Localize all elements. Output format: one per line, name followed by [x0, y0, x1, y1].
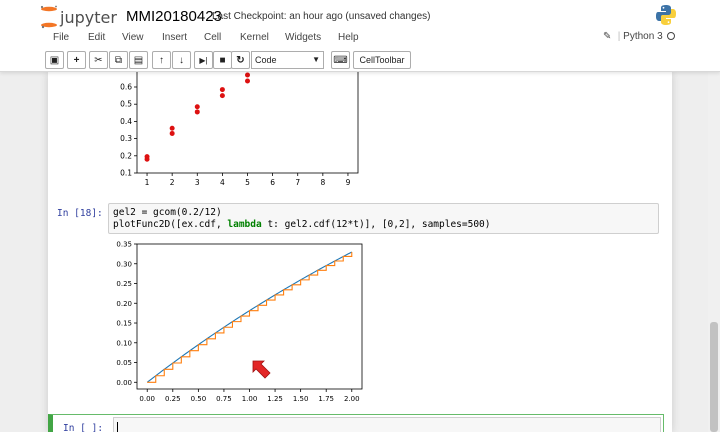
celltoolbar-button[interactable]: CellToolbar — [353, 51, 411, 69]
notebook-toolbar: ▣ + ✂ ⧉ ▤ ↑ ↓ ▶| ■ ↻ Code ▼ ⌨ CellToolba… — [0, 50, 720, 72]
y-tick-label: 0.00 — [116, 379, 132, 387]
menu-insert[interactable]: Insert — [162, 32, 187, 43]
notebook-header: jupyter MMI20180423 Last Checkpoint: an … — [0, 0, 720, 72]
paste-button[interactable]: ▤ — [129, 51, 148, 69]
cut-button[interactable]: ✂ — [89, 51, 108, 69]
new-cell-prompt: In [ ]: — [63, 423, 104, 432]
jupyter-logo[interactable]: jupyter — [38, 4, 118, 30]
command-palette-button[interactable]: ⌨ — [331, 51, 350, 69]
x-tick-label: 1.75 — [318, 395, 334, 403]
keyboard-icon: ⌨ — [333, 54, 348, 66]
move-down-button[interactable]: ↓ — [172, 51, 191, 69]
stop-icon: ■ — [219, 54, 226, 66]
kernel-indicator: ✎ | Python 3 — [603, 31, 676, 45]
logo-text: jupyter — [59, 8, 117, 27]
menu-view[interactable]: View — [122, 32, 144, 43]
chevron-down-icon: ▼ — [312, 55, 320, 64]
jupyter-window: jupyter MMI20180423 Last Checkpoint: an … — [0, 0, 720, 432]
x-tick-label: 0.25 — [165, 395, 181, 403]
interrupt-button[interactable]: ■ — [213, 51, 232, 69]
menu-file[interactable]: File — [53, 32, 69, 43]
move-up-button[interactable]: ↑ — [152, 51, 171, 69]
restart-button[interactable]: ↻ — [231, 51, 250, 69]
x-tick-label: 1.50 — [293, 395, 309, 403]
x-tick-label: 0.00 — [139, 395, 155, 403]
x-tick-label: 0.75 — [216, 395, 232, 403]
notebook-name[interactable]: MMI20180423 — [126, 8, 222, 25]
copy-icon: ⧉ — [114, 54, 123, 66]
x-tick-label: 1.00 — [242, 395, 258, 403]
kernel-name[interactable]: Python 3 — [623, 31, 662, 42]
checkpoint-status: Last Checkpoint: an hour ago (unsaved ch… — [212, 11, 431, 22]
page-scrollbar[interactable] — [708, 72, 720, 432]
y-tick-label: 0.05 — [116, 359, 132, 367]
copy-button[interactable]: ⧉ — [109, 51, 128, 69]
cell-type-select[interactable]: Code ▼ — [251, 51, 324, 69]
menu-kernel[interactable]: Kernel — [240, 32, 269, 43]
insert-cell-button[interactable]: + — [67, 51, 86, 69]
save-icon: ▣ — [49, 54, 60, 66]
x-tick-label: 0.50 — [191, 395, 207, 403]
y-tick-label: 0.35 — [116, 241, 132, 249]
restart-icon: ↻ — [236, 54, 245, 66]
y-tick-label: 0.25 — [116, 280, 132, 288]
y-tick-label: 0.30 — [116, 260, 132, 268]
paste-icon: ▤ — [133, 54, 144, 66]
run-button[interactable]: ▶| — [194, 51, 213, 69]
x-tick-label: 1.25 — [267, 395, 283, 403]
menu-cell[interactable]: Cell — [204, 32, 221, 43]
mouse-pointer-icon — [252, 360, 271, 379]
kernel-idle-icon — [667, 32, 676, 40]
menu-widgets[interactable]: Widgets — [285, 32, 321, 43]
new-cell-input[interactable] — [113, 417, 661, 432]
plus-icon: + — [73, 54, 80, 66]
jupyter-logo-icon: jupyter — [40, 5, 117, 29]
cut-icon: ✂ — [94, 54, 103, 66]
menu-edit[interactable]: Edit — [88, 32, 105, 43]
save-button[interactable]: ▣ — [45, 51, 64, 69]
y-tick-label: 0.10 — [116, 339, 132, 347]
step-forward-icon: ▶| — [199, 55, 208, 65]
arrow-up-icon: ↑ — [159, 54, 164, 66]
python-logo-icon — [655, 4, 677, 31]
text-cursor — [117, 422, 118, 432]
new-cell[interactable]: In [ ]: — [48, 414, 664, 432]
menu-help[interactable]: Help — [338, 32, 359, 43]
x-tick-label: 2.00 — [344, 395, 360, 403]
y-tick-label: 0.15 — [116, 320, 132, 328]
arrow-down-icon: ↓ — [179, 54, 184, 66]
scrollbar-thumb[interactable] — [710, 322, 718, 432]
pencil-icon[interactable]: ✎ — [603, 31, 615, 42]
cell-type-value: Code — [255, 55, 277, 65]
y-tick-label: 0.20 — [116, 300, 132, 308]
